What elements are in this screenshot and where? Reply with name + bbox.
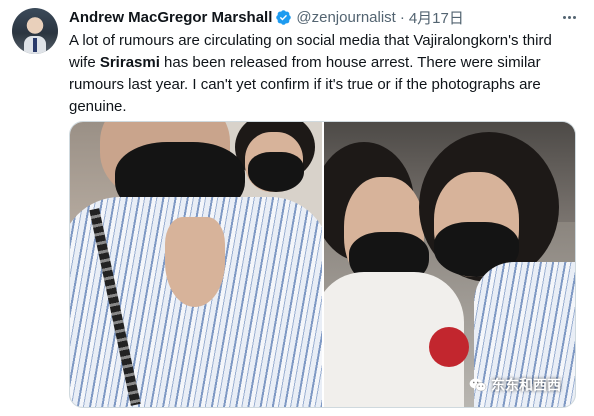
- tweet-media[interactable]: 东东和西西: [69, 121, 576, 408]
- more-dot: [572, 15, 576, 19]
- watermark-text: 东东和西西: [491, 377, 561, 393]
- photo-right[interactable]: [324, 122, 575, 407]
- more-options-icon[interactable]: [560, 10, 578, 24]
- header-separator: ·: [399, 8, 405, 26]
- tweet-header: Andrew MacGregor Marshall @zenjournalist…: [69, 7, 464, 27]
- author-handle[interactable]: @zenjournalist: [296, 9, 395, 26]
- photo-neckline: [165, 217, 225, 307]
- more-dot: [567, 15, 571, 19]
- tweet[interactable]: Andrew MacGregor Marshall @zenjournalist…: [0, 0, 594, 416]
- tweet-text-bold: Srirasmi: [99, 54, 160, 71]
- verified-badge-icon: [276, 9, 292, 25]
- wechat-icon: [469, 378, 487, 392]
- photo-left[interactable]: [70, 122, 322, 407]
- watermark: 东东和西西: [469, 375, 561, 395]
- author-name[interactable]: Andrew MacGregor Marshall: [69, 9, 272, 26]
- tweet-text: A lot of rumours are circulating on soci…: [69, 30, 579, 118]
- photo-face-mask: [248, 152, 304, 192]
- tweet-date[interactable]: 4月17日: [409, 7, 464, 28]
- more-dot: [562, 15, 566, 19]
- avatar-tie: [33, 38, 37, 52]
- photo-shirt-print: [429, 327, 469, 367]
- author-avatar[interactable]: [12, 8, 58, 54]
